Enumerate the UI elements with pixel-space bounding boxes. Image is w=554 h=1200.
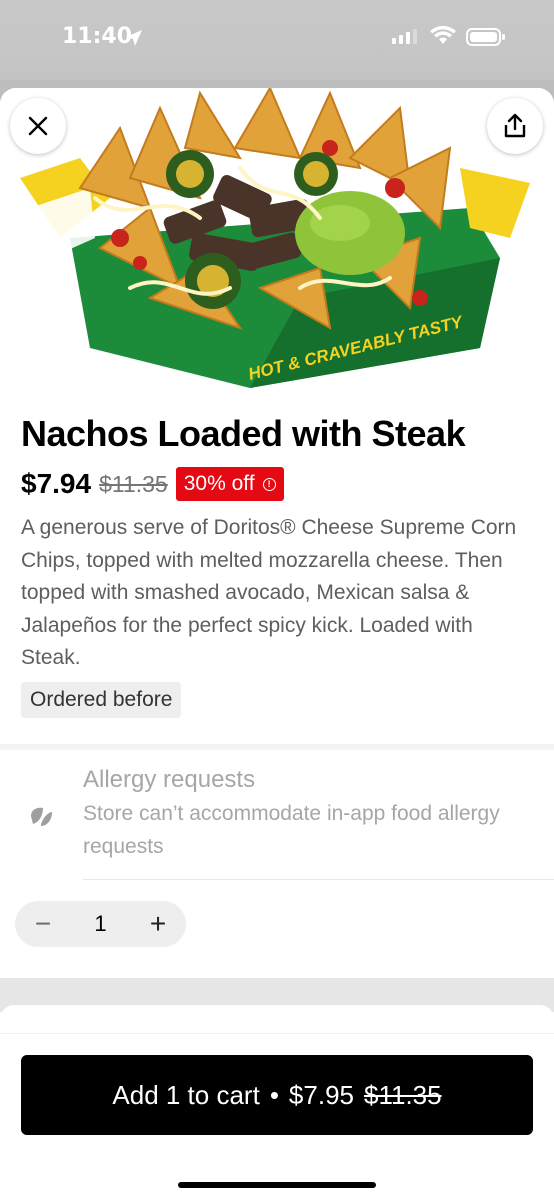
decrement-button[interactable]: − xyxy=(33,910,53,938)
close-icon xyxy=(28,116,48,136)
signal-icon xyxy=(392,29,417,44)
location-arrow-icon xyxy=(126,30,142,46)
share-icon xyxy=(504,113,526,138)
item-price: $7.94 xyxy=(21,468,92,499)
nachos-illustration: HOT & CRAVEABLY TASTY xyxy=(20,88,530,388)
item-image: HOT & CRAVEABLY TASTY xyxy=(0,88,554,388)
item-original-price: $11.35 xyxy=(99,470,168,497)
increment-button[interactable]: + xyxy=(148,910,168,938)
add-to-cart-button[interactable]: Add 1 to cart • $7.95 $11.35 xyxy=(21,1055,533,1135)
status-time: 11:40 xyxy=(62,24,133,49)
info-icon: ! xyxy=(262,477,276,491)
divider xyxy=(83,879,554,880)
allergy-leaf-icon xyxy=(31,807,52,826)
cart-price: $7.95 xyxy=(288,1079,354,1110)
battery-icon xyxy=(466,28,505,46)
item-detail-sheet: HOT & CRAVEABLY TASTY Nachos Loaded with… xyxy=(0,88,554,1200)
ordered-before-chip: Ordered before xyxy=(21,682,182,718)
section-divider xyxy=(0,744,554,750)
quantity-value: 1 xyxy=(94,911,107,936)
share-button[interactable] xyxy=(487,98,543,154)
item-description: A generous serve of Doritos® Cheese Supr… xyxy=(21,516,517,669)
price-row: $7.94 $11.35 30% off ! xyxy=(21,466,284,502)
status-bar: 11:40 xyxy=(0,0,554,80)
cart-label: Add 1 to cart xyxy=(112,1079,260,1110)
allergy-title: Allergy requests xyxy=(83,766,256,793)
close-button[interactable] xyxy=(10,98,66,154)
quantity-stepper: − 1 + xyxy=(15,901,186,947)
cart-separator: • xyxy=(269,1079,279,1110)
next-section-card xyxy=(0,1005,554,1035)
cart-original-price: $11.35 xyxy=(364,1079,442,1110)
item-title: Nachos Loaded with Steak xyxy=(21,413,466,454)
discount-badge[interactable]: 30% off ! xyxy=(175,467,284,501)
allergy-text: Store can’t accommodate in-app food alle… xyxy=(83,802,500,858)
home-indicator xyxy=(178,1182,376,1188)
wifi-icon xyxy=(430,26,456,44)
discount-label: 30% off xyxy=(183,472,255,495)
